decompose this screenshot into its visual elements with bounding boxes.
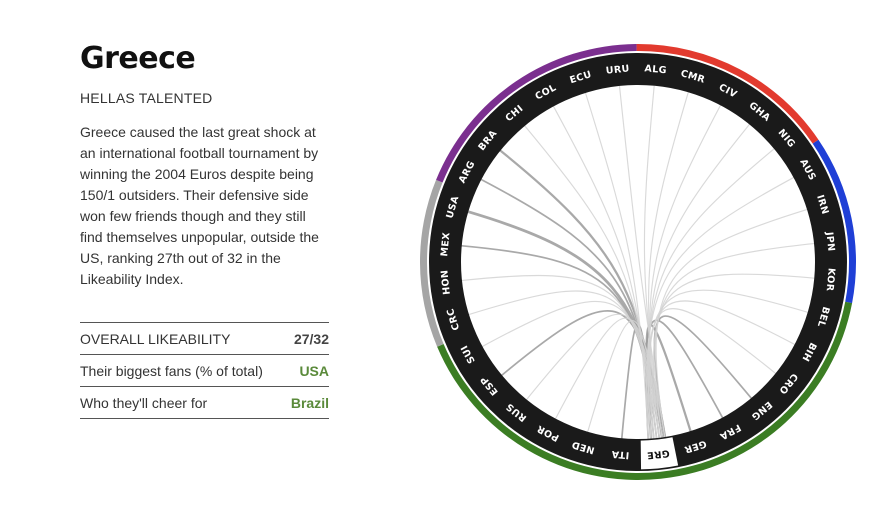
stat-value: Brazil bbox=[290, 394, 329, 411]
chord-diagram: URU ALG CMRCIVGHANIGAUSIRNJPNKORBELBIHCROE… bbox=[420, 44, 856, 480]
stat-value: USA bbox=[299, 362, 329, 379]
chord-link-civ bbox=[648, 104, 722, 440]
team-label-mex[interactable]: MEX bbox=[439, 231, 452, 257]
team-tagline: HELLAS TALENTED bbox=[80, 90, 213, 106]
team-label-kor[interactable]: KOR bbox=[824, 267, 837, 292]
team-title: Greece bbox=[80, 41, 196, 76]
stat-label: Who they'll cheer for bbox=[80, 394, 208, 411]
team-info-panel: Greece HELLAS TALENTED Greece caused the… bbox=[80, 40, 330, 419]
stat-label: Their biggest fans (% of total) bbox=[80, 362, 263, 379]
chord-links bbox=[460, 84, 816, 440]
team-label-ring: URU ALG CMRCIVGHANIGAUSIRNJPNKORBELBIHCROE… bbox=[429, 53, 847, 471]
chord-link-col bbox=[552, 105, 652, 440]
chord-link-bra bbox=[498, 149, 664, 439]
label-ring-band bbox=[429, 53, 847, 471]
stats-table: OVERALL LIKEABILITY 27/32 Their biggest … bbox=[80, 322, 329, 419]
group-color-ring bbox=[420, 44, 856, 480]
team-label-ita[interactable]: ITA bbox=[611, 448, 630, 461]
stat-label: OVERALL LIKEABILITY bbox=[80, 330, 231, 347]
stat-row-biggest-fans: Their biggest fans (% of total) USA bbox=[80, 355, 329, 387]
team-description: Greece caused the last great shock at an… bbox=[80, 124, 319, 287]
chord-link-ecu bbox=[584, 91, 649, 440]
team-label-jpn[interactable]: JPN bbox=[823, 230, 836, 252]
stat-row-likeability: OVERALL LIKEABILITY 27/32 bbox=[80, 323, 329, 355]
stat-value: 27/32 bbox=[293, 330, 329, 347]
team-label-alg[interactable]: ALG bbox=[644, 63, 667, 76]
stat-row-cheer-for: Who they'll cheer for Brazil bbox=[80, 387, 329, 419]
